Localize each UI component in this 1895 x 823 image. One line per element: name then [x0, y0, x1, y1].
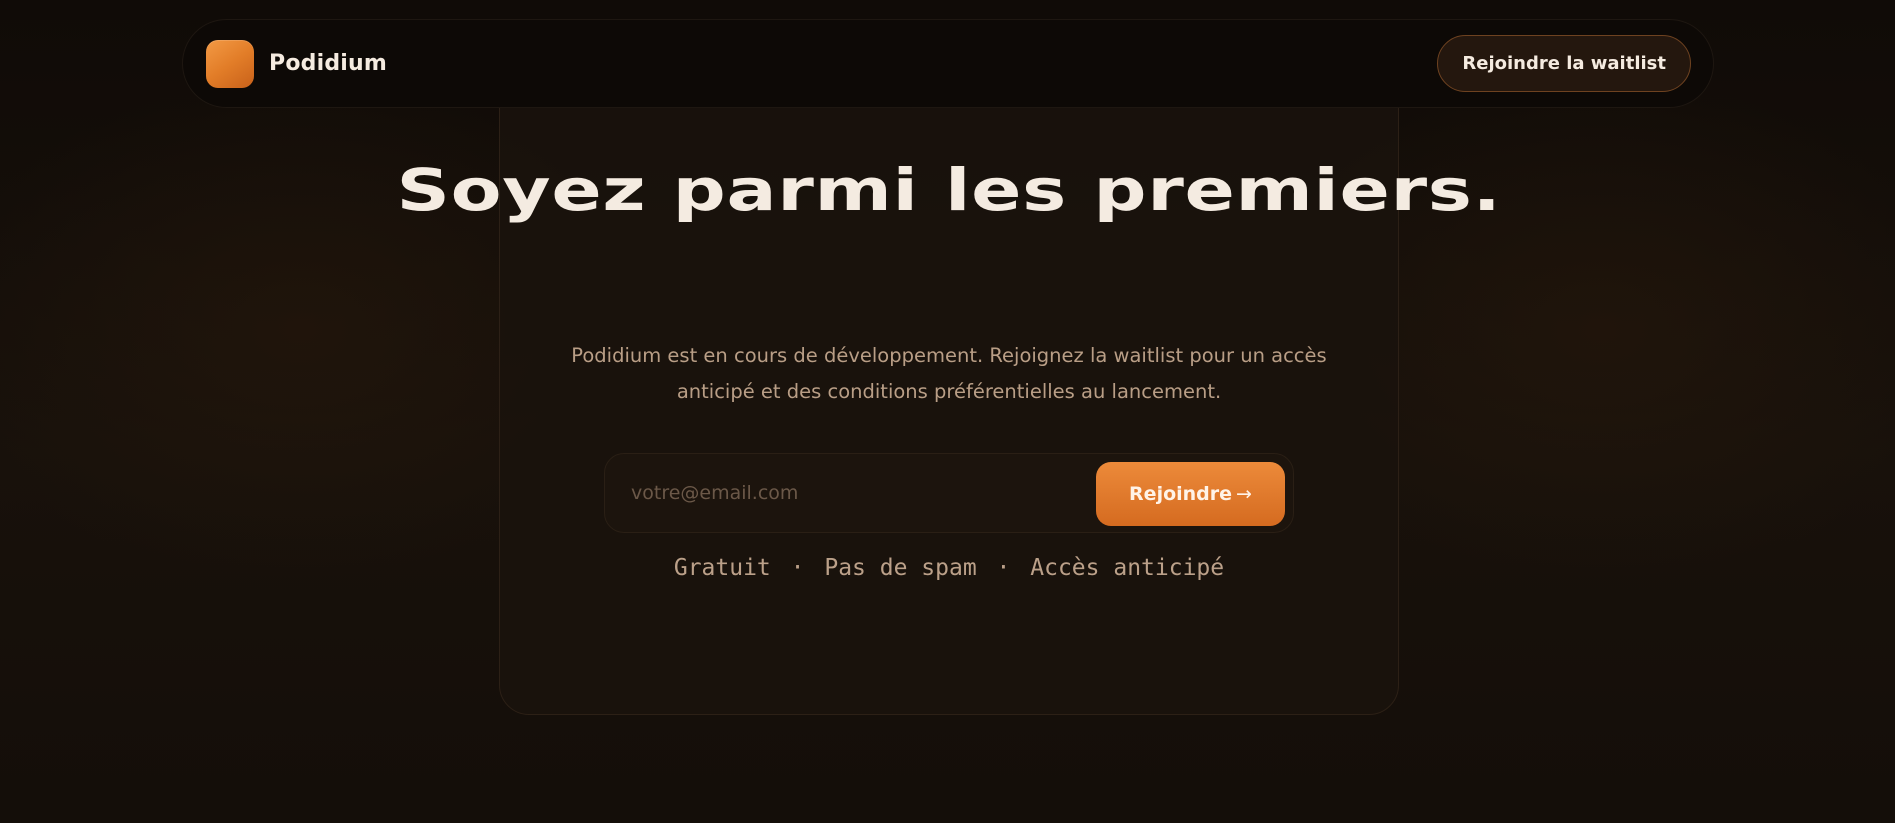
- benefit-no-spam: Pas de spam: [824, 555, 977, 581]
- hero-title: Soyez parmi les premiers.: [396, 156, 1502, 224]
- join-submit-label: Rejoindre: [1129, 483, 1233, 505]
- top-navbar: Podidium Rejoindre la waitlist: [182, 19, 1714, 108]
- brand-logo-icon: [206, 39, 254, 88]
- benefit-free: Gratuit: [673, 555, 771, 581]
- tagline-separator: ·: [996, 555, 1011, 581]
- waitlist-form: Rejoindre →: [604, 453, 1294, 533]
- tagline-separator: ·: [790, 555, 805, 581]
- brand-name: Podidium: [269, 51, 388, 76]
- brand[interactable]: Podidium: [206, 39, 388, 88]
- arrow-right-icon: →: [1236, 483, 1252, 505]
- benefits-tagline: Gratuit · Pas de spam · Accès anticipé: [499, 552, 1399, 584]
- benefit-early-access: Accès anticipé: [1030, 555, 1225, 581]
- join-waitlist-nav-button[interactable]: Rejoindre la waitlist: [1437, 35, 1691, 92]
- join-submit-button[interactable]: Rejoindre →: [1096, 462, 1285, 526]
- hero-subtitle: Podidium est en cours de développement. …: [571, 344, 1327, 403]
- email-input[interactable]: [627, 468, 1085, 518]
